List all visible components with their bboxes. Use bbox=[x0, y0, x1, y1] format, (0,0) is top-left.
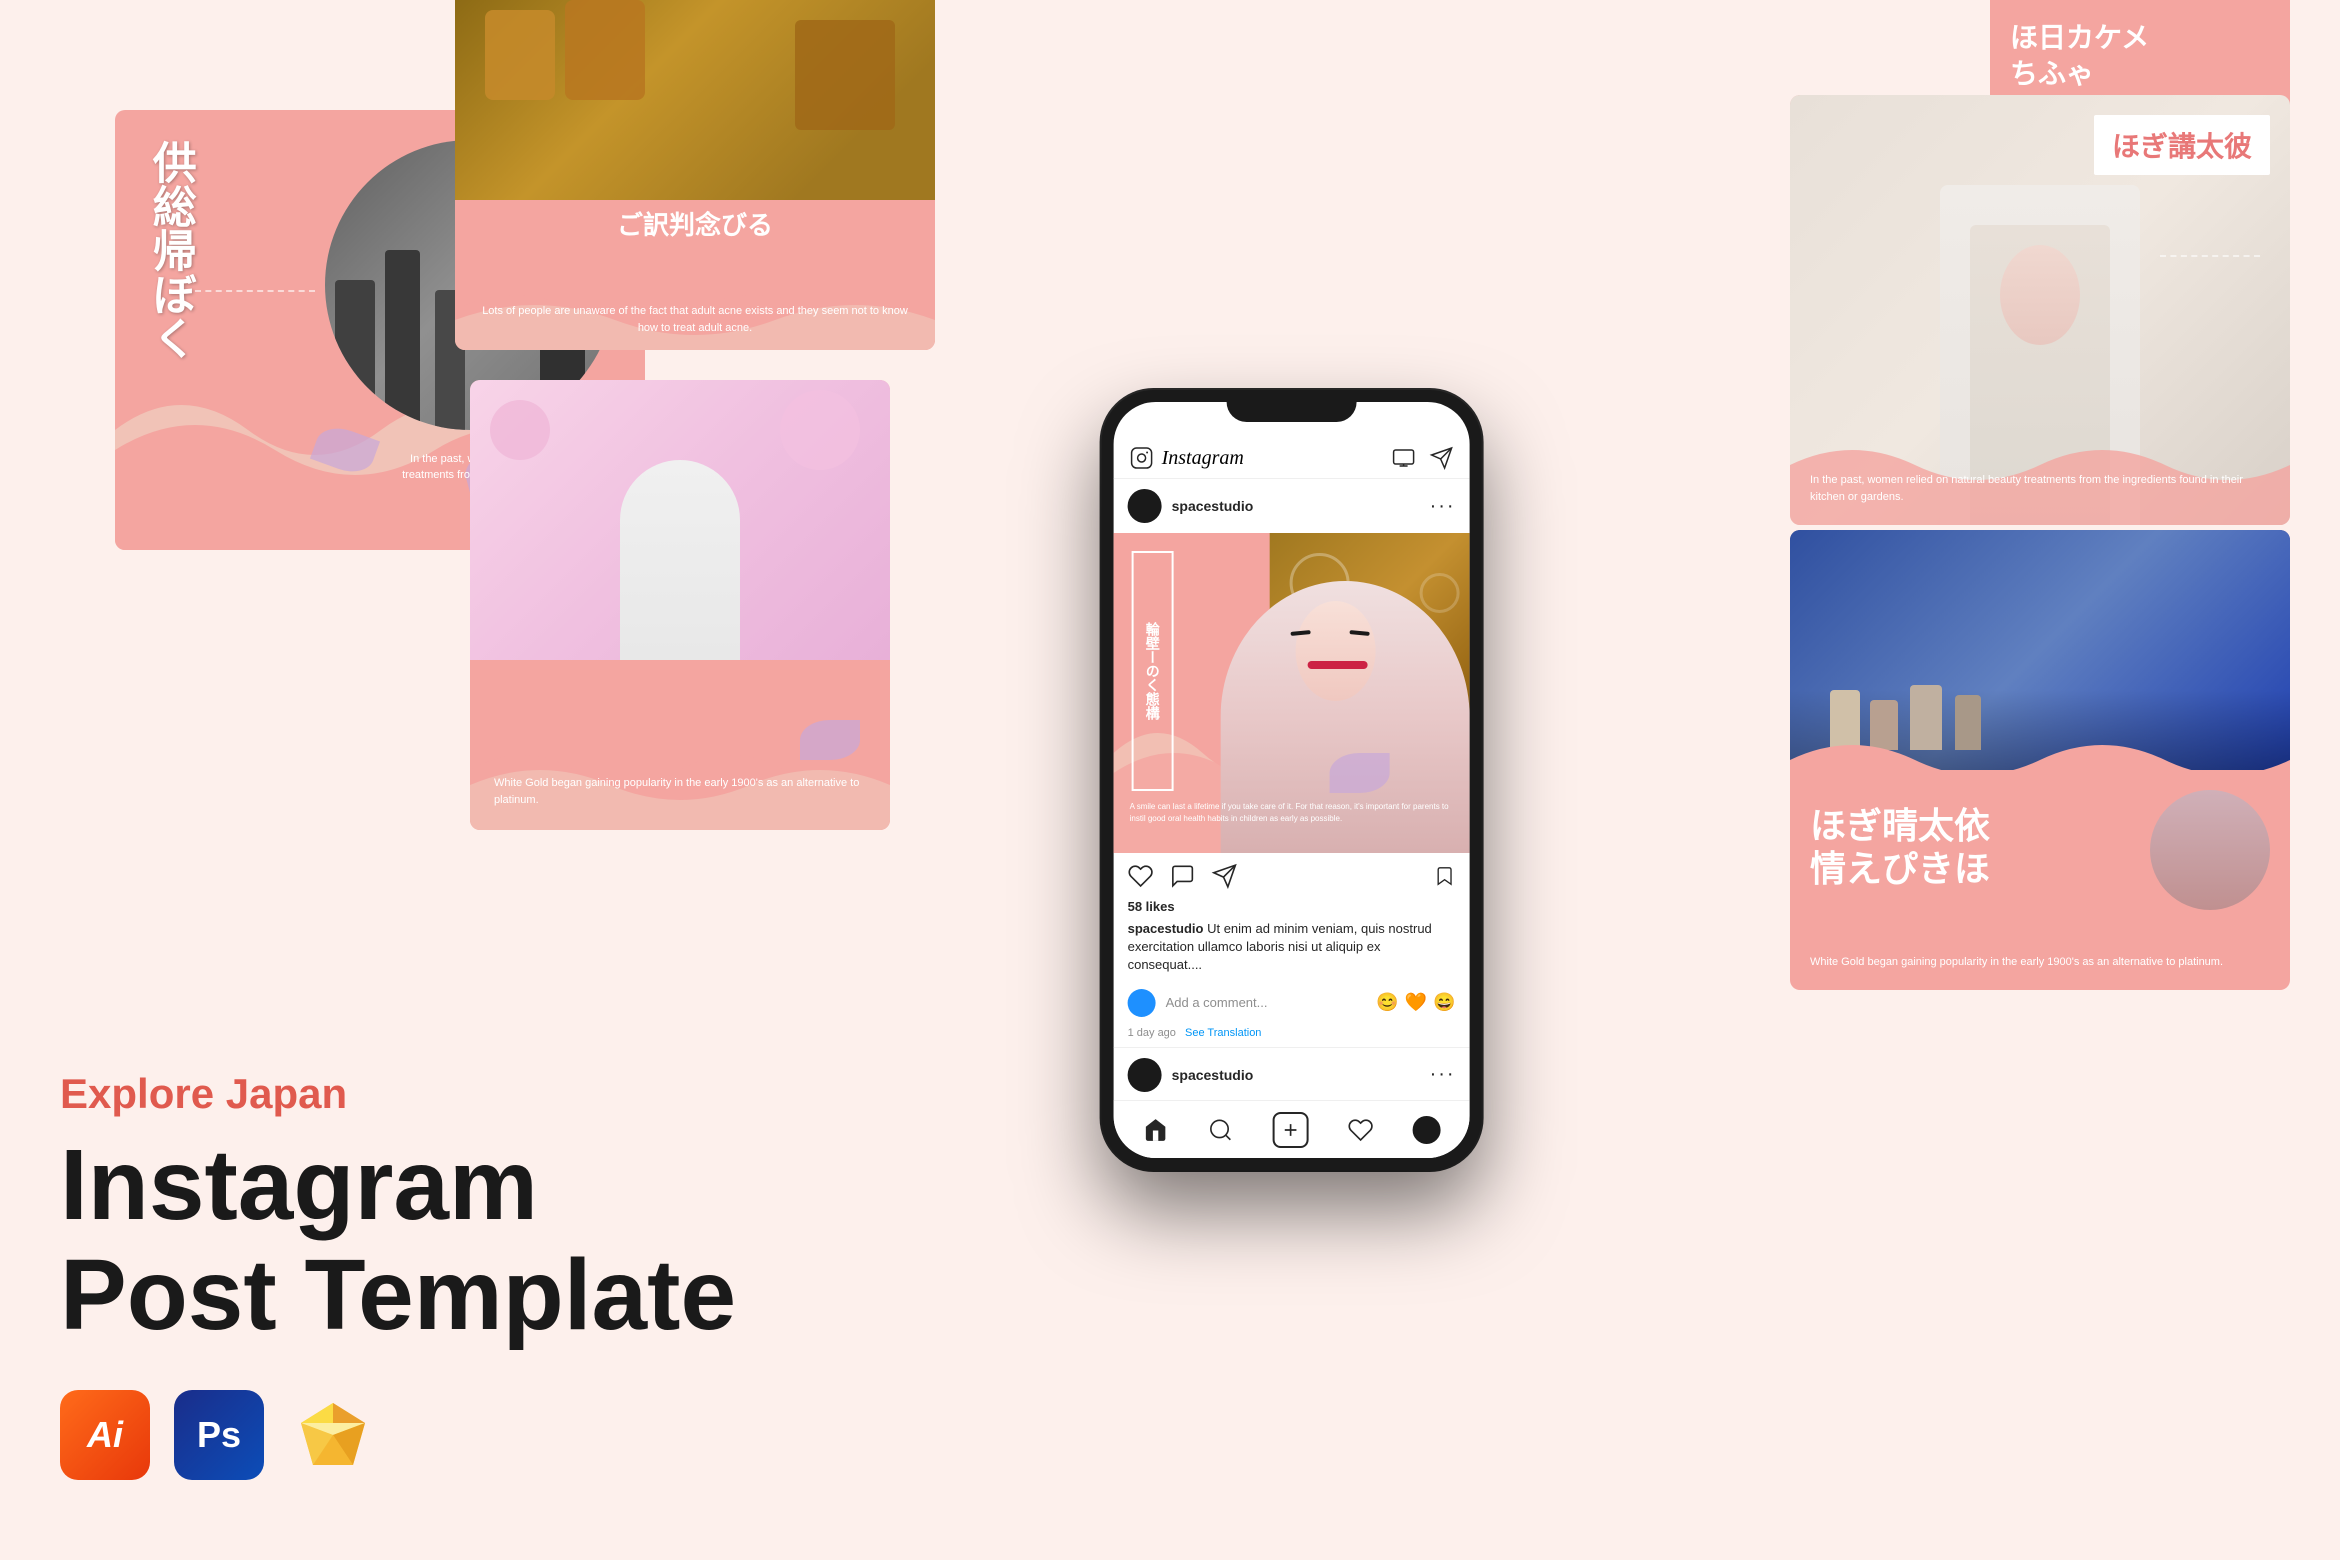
post-caption: spacestudio Ut enim ad minim veniam, qui… bbox=[1114, 918, 1470, 983]
nav-home-button[interactable] bbox=[1143, 1117, 1169, 1143]
deco-dash-rt bbox=[2160, 255, 2260, 257]
post-time: 1 day ago See Translation bbox=[1114, 1023, 1470, 1047]
template-card-center: White Gold began gaining popularity in t… bbox=[470, 380, 890, 830]
post-actions-left bbox=[1128, 863, 1238, 889]
rb-sub-text: White Gold began gaining popularity in t… bbox=[1810, 954, 2270, 971]
card-sub-text: Lots of people are unaware of the fact t… bbox=[475, 303, 915, 336]
post-image-caption: A smile can last a lifetime if you take … bbox=[1130, 801, 1460, 825]
sketch-logo-svg bbox=[293, 1395, 373, 1475]
sketch-icon bbox=[288, 1390, 378, 1480]
comment-input[interactable]: Add a comment... bbox=[1166, 995, 1367, 1010]
app-icons-row: Ai Ps bbox=[60, 1390, 736, 1480]
instagram-logo: Instagram bbox=[1130, 446, 1244, 470]
nav-profile-button[interactable] bbox=[1412, 1116, 1440, 1144]
post-actions bbox=[1114, 853, 1470, 899]
second-post-user: spacestudio bbox=[1128, 1058, 1254, 1092]
second-post-header: spacestudio ··· bbox=[1114, 1047, 1470, 1102]
main-title: Instagram Post Template bbox=[60, 1130, 736, 1350]
comment-button[interactable] bbox=[1170, 863, 1196, 889]
card-photo-area bbox=[455, 0, 935, 200]
heart-emoji[interactable]: 🧡 bbox=[1405, 992, 1427, 1013]
post-header: spacestudio ··· bbox=[1114, 479, 1470, 533]
post-user-info: spacestudio bbox=[1128, 489, 1254, 523]
template-card-right-bottom: ほぎ晴太依情えぴきほ White Gold began gaining popu… bbox=[1790, 530, 2290, 990]
post-username: spacestudio bbox=[1172, 498, 1254, 514]
post-jp-vertical-text: 輪壁ーのく態構 bbox=[1132, 551, 1174, 791]
send-icon[interactable] bbox=[1430, 446, 1454, 470]
kanji-white-box: ほぎ講太彼 bbox=[2094, 115, 2270, 175]
phone-screen: Instagram sp bbox=[1114, 402, 1470, 1158]
nav-activity-button[interactable] bbox=[1347, 1117, 1373, 1143]
nav-new-post-button[interactable] bbox=[1273, 1112, 1309, 1148]
rt-sub-text: In the past, women relied on natural bea… bbox=[1810, 472, 2270, 505]
like-button[interactable] bbox=[1128, 863, 1154, 889]
template-card-right-top: ほぎ講太彼 In the past, women relied on natur… bbox=[1790, 95, 2290, 525]
plus-icon bbox=[1281, 1120, 1301, 1140]
more-options-button[interactable]: ··· bbox=[1430, 495, 1456, 518]
comment-avatar bbox=[1128, 989, 1156, 1017]
camera-icon bbox=[1130, 446, 1154, 470]
likes-count: 58 likes bbox=[1114, 899, 1470, 918]
post-image: 輪壁ーのく態構 A smile can last a lifetime if y… bbox=[1114, 533, 1470, 853]
far-rt-jp-text: ほ日カケメ ちふゃ bbox=[2010, 20, 2149, 93]
second-post-avatar bbox=[1128, 1058, 1162, 1092]
caption-username: spacestudio bbox=[1128, 921, 1204, 936]
cherry-photo-area bbox=[470, 380, 890, 660]
tv-icon[interactable] bbox=[1392, 446, 1416, 470]
jp-title-text: ご訳判念びる bbox=[455, 205, 935, 242]
phone-notch bbox=[1227, 390, 1357, 422]
nav-search-button[interactable] bbox=[1208, 1117, 1234, 1143]
product-info-section: Explore Japan Instagram Post Template Ai… bbox=[60, 1070, 736, 1480]
smile-emoji[interactable]: 😊 bbox=[1376, 992, 1398, 1013]
explore-label: Explore Japan bbox=[60, 1070, 736, 1118]
deco-dash-1 bbox=[195, 290, 315, 292]
photoshop-icon: Ps bbox=[174, 1390, 264, 1480]
bookmark-button[interactable] bbox=[1434, 865, 1456, 887]
phone-outer: Instagram sp bbox=[1102, 390, 1482, 1170]
emoji-buttons: 😊 🧡 😄 bbox=[1376, 992, 1455, 1013]
more-emoji[interactable]: 😄 bbox=[1433, 992, 1455, 1013]
rb-circle-photo bbox=[2150, 790, 2270, 910]
cherry-card-sub-text: White Gold began gaining popularity in t… bbox=[494, 775, 866, 810]
phone-mockup: Instagram sp bbox=[1102, 390, 1482, 1170]
purple-leaf-3 bbox=[800, 720, 860, 760]
second-post-more[interactable]: ··· bbox=[1430, 1063, 1456, 1086]
jp-vertical-text-tl: 供総帰ぼく bbox=[143, 140, 196, 360]
post-avatar bbox=[1128, 489, 1162, 523]
see-translation-link[interactable]: See Translation bbox=[1185, 1027, 1261, 1039]
share-button[interactable] bbox=[1212, 863, 1238, 889]
header-action-icons bbox=[1392, 446, 1454, 470]
template-card-top-center: ご訳判念びる Lots of people are unaware of the… bbox=[455, 0, 935, 350]
comment-row: Add a comment... 😊 🧡 😄 bbox=[1114, 983, 1470, 1023]
instagram-nav-bar bbox=[1114, 1100, 1470, 1158]
post-purple-leaf bbox=[1330, 753, 1390, 793]
second-post-username: spacestudio bbox=[1172, 1067, 1254, 1083]
illustrator-icon: Ai bbox=[60, 1390, 150, 1480]
instagram-wordmark: Instagram bbox=[1162, 447, 1244, 470]
